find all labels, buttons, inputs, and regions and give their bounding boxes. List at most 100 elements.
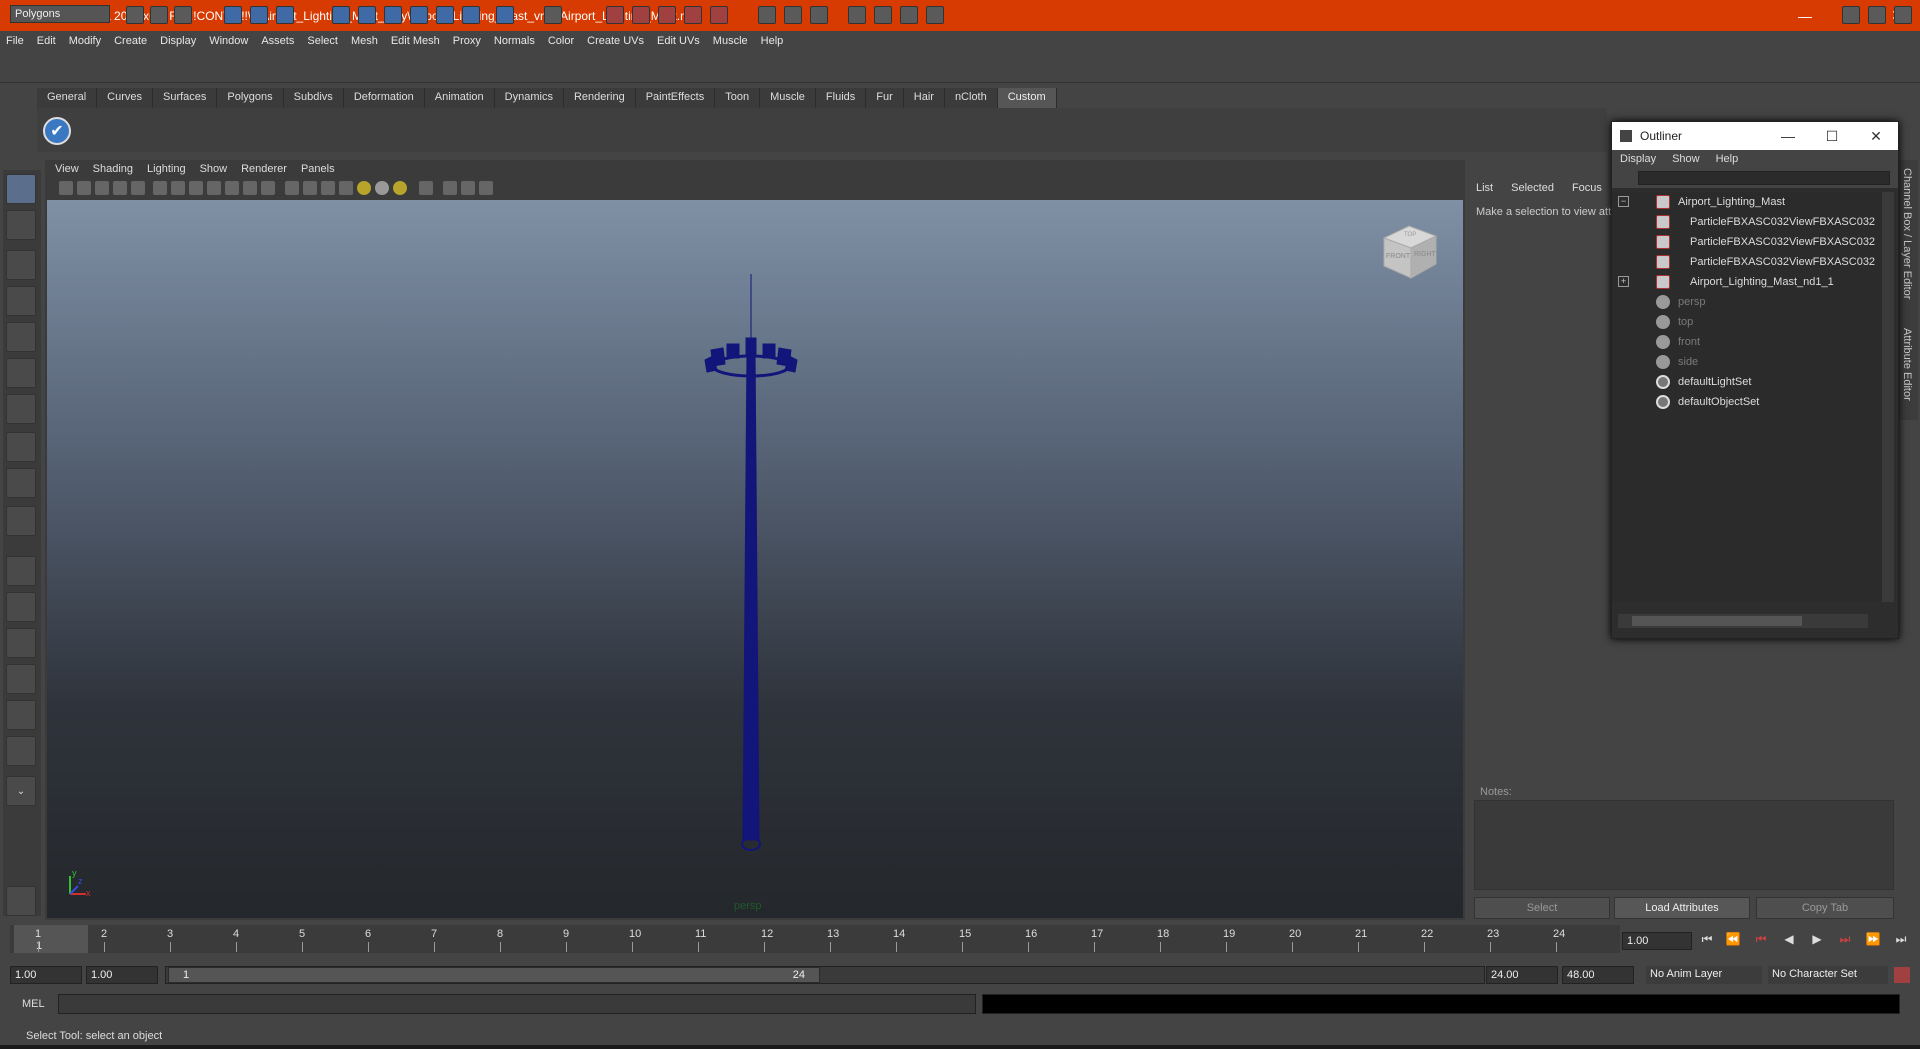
outliner-item[interactable]: front bbox=[1656, 332, 1700, 352]
outliner-vertical-scrollbar[interactable] bbox=[1882, 192, 1894, 602]
attr-menu-list[interactable]: List bbox=[1476, 182, 1493, 194]
rename-icon[interactable] bbox=[810, 6, 828, 24]
default-light-icon[interactable] bbox=[393, 181, 407, 195]
menu-normals[interactable]: Normals bbox=[494, 35, 535, 47]
outliner-persp-layout-icon[interactable] bbox=[6, 628, 36, 658]
hypershade-icon[interactable] bbox=[684, 6, 702, 24]
collapse-icon[interactable]: − bbox=[1618, 196, 1629, 207]
menu-create-uvs[interactable]: Create UVs bbox=[587, 35, 644, 47]
minimize-button[interactable]: — bbox=[1782, 0, 1828, 31]
move-tool-icon[interactable] bbox=[6, 468, 36, 498]
animation-end-field[interactable]: 48.00 bbox=[1562, 966, 1634, 984]
auto-key-icon[interactable] bbox=[1894, 967, 1910, 983]
view-cube[interactable]: TOP FRONT RIGHT bbox=[1376, 218, 1442, 284]
menu-assets[interactable]: Assets bbox=[261, 35, 294, 47]
shelf-tab-rendering[interactable]: Rendering bbox=[563, 88, 636, 108]
wireframe-icon[interactable] bbox=[285, 181, 299, 195]
sphere-primitive-icon[interactable] bbox=[6, 322, 36, 352]
relative-transform-icon[interactable] bbox=[784, 6, 802, 24]
channel-box-toggle-icon[interactable] bbox=[1868, 6, 1886, 24]
viewport-menu-show[interactable]: Show bbox=[200, 163, 228, 175]
layout-toggle-icon[interactable] bbox=[1842, 6, 1860, 24]
menu-edit-uvs[interactable]: Edit UVs bbox=[657, 35, 700, 47]
lasso-tool-icon[interactable] bbox=[6, 210, 36, 240]
go-to-end-icon[interactable]: ⏭ bbox=[1890, 932, 1912, 950]
select-camera-icon[interactable] bbox=[59, 181, 73, 195]
single-pane-layout-icon[interactable] bbox=[6, 556, 36, 586]
outliner-item[interactable]: persp bbox=[1656, 292, 1706, 312]
soft-mod-tool-icon[interactable] bbox=[6, 432, 36, 462]
ssao-icon[interactable] bbox=[461, 181, 475, 195]
anim-layer-dropdown[interactable]: No Anim Layer bbox=[1646, 966, 1762, 984]
outliner-item[interactable]: ParticleFBXASC032ViewFBXASC032 bbox=[1656, 232, 1875, 252]
outliner-close-button[interactable]: ✕ bbox=[1854, 128, 1898, 145]
outliner-item[interactable]: top bbox=[1656, 312, 1693, 332]
safe-title-icon[interactable] bbox=[261, 181, 275, 195]
step-forward-key-icon[interactable]: ⏭ bbox=[1834, 932, 1856, 950]
shelf-tab-subdivs[interactable]: Subdivs bbox=[283, 88, 344, 108]
viewport-menu-renderer[interactable]: Renderer bbox=[241, 163, 287, 175]
bookmarks-icon[interactable] bbox=[95, 181, 109, 195]
menu-create[interactable]: Create bbox=[114, 35, 147, 47]
ipr-render-icon[interactable] bbox=[632, 6, 650, 24]
outliner-item[interactable]: Airport_Lighting_Mast_nd1_1 bbox=[1656, 272, 1834, 292]
menu-edit[interactable]: Edit bbox=[37, 35, 56, 47]
scale-tool-icon[interactable] bbox=[6, 358, 36, 388]
menu-help[interactable]: Help bbox=[761, 35, 784, 47]
outliner-menu-help[interactable]: Help bbox=[1716, 153, 1739, 165]
outliner-item[interactable]: ParticleFBXASC032ViewFBXASC032 bbox=[1656, 252, 1875, 272]
snap-grid-icon[interactable] bbox=[332, 6, 350, 24]
command-language-label[interactable]: MEL bbox=[22, 998, 45, 1010]
shelf-tab-muscle[interactable]: Muscle bbox=[760, 88, 816, 108]
lock-icon[interactable] bbox=[544, 6, 562, 24]
new-scene-icon[interactable] bbox=[126, 6, 144, 24]
history-icon[interactable] bbox=[462, 6, 480, 24]
attribute-editor-toggle-icon[interactable] bbox=[1894, 6, 1912, 24]
play-backwards-icon[interactable]: ◀ bbox=[1778, 932, 1800, 950]
outliner-item[interactable]: side bbox=[1656, 352, 1698, 372]
select-hierarchy-icon[interactable] bbox=[224, 6, 242, 24]
image-plane-icon[interactable] bbox=[113, 181, 127, 195]
shelf-tab-painteffects[interactable]: PaintEffects bbox=[635, 88, 716, 108]
select-button[interactable]: Select bbox=[1474, 897, 1610, 919]
viewport-menu-view[interactable]: View bbox=[55, 163, 79, 175]
isolate-select-icon[interactable] bbox=[419, 181, 433, 195]
viewport-menu-lighting[interactable]: Lighting bbox=[147, 163, 186, 175]
menu-select[interactable]: Select bbox=[307, 35, 338, 47]
viewport-menu-shading[interactable]: Shading bbox=[93, 163, 133, 175]
textured-icon[interactable] bbox=[339, 181, 353, 195]
camera-icon[interactable] bbox=[848, 6, 866, 24]
batch-render-icon[interactable] bbox=[900, 6, 918, 24]
hypershade-layout-icon[interactable] bbox=[6, 700, 36, 730]
outliner-menu-display[interactable]: Display bbox=[1620, 153, 1656, 165]
shelf-check-icon[interactable]: ✔ bbox=[43, 117, 71, 145]
character-set-dropdown[interactable]: No Character Set bbox=[1768, 966, 1888, 984]
shelf-tab-custom[interactable]: Custom bbox=[997, 88, 1057, 108]
shelf-tab-toon[interactable]: Toon bbox=[715, 88, 761, 108]
render-view-icon[interactable] bbox=[710, 6, 728, 24]
shadows-icon[interactable] bbox=[375, 181, 389, 195]
custom-layout-icon[interactable] bbox=[6, 736, 36, 766]
animation-start-field[interactable]: 1.00 bbox=[10, 966, 82, 984]
camera-attributes-icon[interactable] bbox=[77, 181, 91, 195]
command-input[interactable] bbox=[58, 994, 976, 1014]
current-time-marker[interactable] bbox=[14, 925, 88, 953]
help-icon[interactable] bbox=[496, 6, 514, 24]
shelf-tab-surfaces[interactable]: Surfaces bbox=[152, 88, 218, 108]
safe-action-icon[interactable] bbox=[243, 181, 257, 195]
viewport-3d[interactable] bbox=[47, 200, 1463, 918]
paint-select-tool-icon[interactable] bbox=[6, 250, 36, 280]
scrollbar-thumb[interactable] bbox=[1632, 616, 1802, 626]
resolution-gate-icon[interactable] bbox=[189, 181, 203, 195]
manipulator-tool-icon[interactable] bbox=[6, 394, 36, 424]
attr-menu-selected[interactable]: Selected bbox=[1511, 182, 1554, 194]
shelf-tab-polygons[interactable]: Polygons bbox=[217, 88, 284, 108]
hud-icon[interactable] bbox=[443, 181, 457, 195]
step-back-frame-icon[interactable]: ⏪ bbox=[1722, 932, 1744, 950]
shelf-tab-general[interactable]: General bbox=[37, 88, 98, 108]
outliner-menu-show[interactable]: Show bbox=[1672, 153, 1700, 165]
outliner-maximize-button[interactable]: ☐ bbox=[1810, 128, 1854, 145]
menu-set-dropdown[interactable]: Polygons bbox=[10, 5, 110, 23]
outliner-horizontal-scrollbar[interactable] bbox=[1618, 614, 1868, 628]
menu-edit-mesh[interactable]: Edit Mesh bbox=[391, 35, 440, 47]
